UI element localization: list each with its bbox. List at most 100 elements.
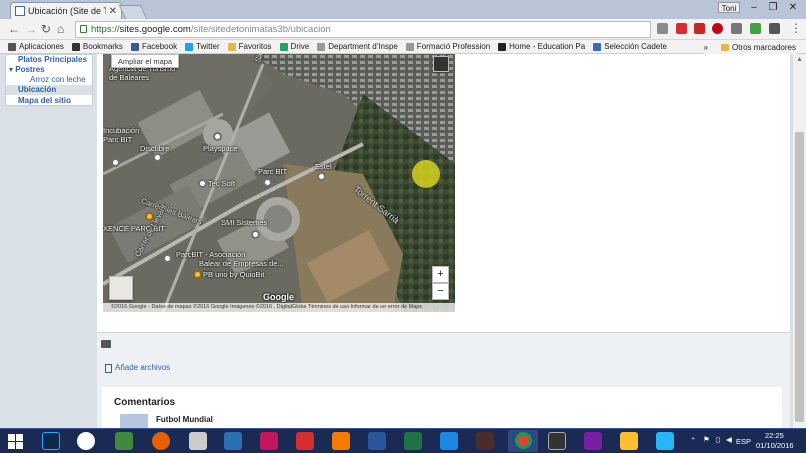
vlc-icon[interactable]: [332, 432, 350, 450]
facebook-icon: [130, 42, 139, 51]
embedded-map[interactable]: Agencia de Turismo de Baleares Incubació…: [103, 54, 455, 312]
restaurant-marker-icon[interactable]: [193, 270, 202, 279]
restaurant-marker-icon[interactable]: [145, 212, 154, 221]
map-label: Incubación: [103, 126, 140, 135]
map-label: SMI Sistemes: [221, 218, 268, 227]
page-scrollbar[interactable]: ▲: [792, 54, 806, 428]
puzzle-icon[interactable]: [731, 23, 742, 34]
cast-icon[interactable]: [769, 23, 780, 34]
zoom-in-button[interactable]: +: [432, 266, 449, 283]
map-poi-marker[interactable]: [163, 254, 172, 263]
bookmark-item[interactable]: Bookmarks: [71, 42, 123, 51]
flag-icon[interactable]: ⚑: [703, 435, 710, 444]
fs-app-icon[interactable]: [260, 432, 278, 450]
minecraft-icon[interactable]: [115, 432, 133, 450]
star-icon: [71, 42, 80, 51]
bookmark-item[interactable]: Formació Profession: [405, 42, 490, 51]
street-view-pegman-icon[interactable]: [433, 56, 449, 72]
nav-item-arroz[interactable]: Arroz con leche: [30, 75, 86, 84]
map-poi-marker[interactable]: [111, 158, 120, 167]
nav-item-platos[interactable]: Platos Principales: [18, 55, 87, 64]
menu-icon[interactable]: ⋮: [790, 21, 802, 35]
firefox-icon[interactable]: [152, 432, 170, 450]
clock-date[interactable]: 01/10/2016: [756, 441, 794, 450]
evernote-icon[interactable]: [750, 23, 761, 34]
home-icon[interactable]: ⌂: [57, 22, 64, 36]
close-window-icon[interactable]: ✕: [783, 1, 803, 14]
zoom-out-button[interactable]: −: [432, 283, 449, 300]
extension-icon[interactable]: [657, 23, 668, 34]
address-bar[interactable]: https://sites.google.com/site/sitedetoni…: [75, 21, 722, 38]
bookmark-item[interactable]: Department d'Inspe: [317, 42, 398, 51]
forward-arrow-icon[interactable]: →: [25, 22, 37, 36]
tray-chevron-icon[interactable]: ⌃: [690, 436, 696, 445]
map-label: Estel: [315, 162, 332, 171]
clock-time[interactable]: 22:25: [765, 431, 784, 440]
app-icon[interactable]: [440, 432, 458, 450]
back-arrow-icon[interactable]: ←: [8, 22, 20, 36]
nav-item-mapa[interactable]: Mapa del sitio: [18, 96, 71, 105]
reload-icon[interactable]: ↻: [41, 22, 51, 36]
input-language[interactable]: ESP: [736, 437, 751, 446]
map-poi-marker[interactable]: [198, 179, 207, 188]
app-icon[interactable]: [548, 432, 566, 450]
acrobat-icon[interactable]: [694, 23, 705, 34]
scroll-thumb[interactable]: [795, 132, 804, 422]
minimize-icon[interactable]: –: [744, 1, 764, 14]
bookmark-item[interactable]: Favoritos: [227, 42, 272, 51]
new-tab-button[interactable]: [118, 5, 148, 19]
photoshop-icon[interactable]: [42, 432, 60, 450]
browser-tab[interactable]: Ubicación (Site de Toni M ✕: [10, 2, 122, 19]
scroll-up-icon[interactable]: ▲: [796, 56, 803, 63]
bookmarks-more-button[interactable]: »: [704, 43, 708, 52]
map-poi-marker[interactable]: [213, 132, 222, 141]
flipboard-icon[interactable]: [676, 23, 687, 34]
map-poi-marker[interactable]: [263, 178, 272, 187]
app-icon[interactable]: [584, 432, 602, 450]
page-icon: [317, 42, 326, 51]
twitter-icon: [185, 42, 194, 51]
app-icon[interactable]: [224, 432, 242, 450]
mouse-cursor-highlight: [412, 160, 440, 188]
add-files-link[interactable]: Añade archivos: [115, 363, 170, 372]
chrome-active-icon[interactable]: [508, 430, 538, 452]
enlarge-map-button[interactable]: Ampliar el mapa: [111, 54, 179, 68]
app-icon[interactable]: [620, 432, 638, 450]
map-type-thumbnail[interactable]: [109, 276, 133, 300]
profile-button[interactable]: Toni: [718, 2, 740, 13]
map-poi-marker[interactable]: [317, 172, 326, 181]
site-favicon-icon: [15, 6, 25, 16]
app-icon[interactable]: [476, 432, 494, 450]
app-icon[interactable]: [296, 432, 314, 450]
network-icon[interactable]: ▯: [716, 435, 720, 444]
bookmark-item[interactable]: Facebook: [130, 42, 177, 51]
bookmark-item[interactable]: Home - Education Pa: [498, 42, 585, 51]
maximize-icon[interactable]: ❐: [763, 1, 783, 14]
football-icon[interactable]: [77, 432, 95, 450]
volume-icon[interactable]: ◀: [726, 435, 732, 444]
drive-icon: [279, 42, 288, 51]
word-icon[interactable]: [368, 432, 386, 450]
bookmark-label: Favoritos: [238, 42, 272, 51]
pinterest-icon[interactable]: [712, 23, 723, 34]
excel-icon[interactable]: [404, 432, 422, 450]
home-icon: [498, 42, 507, 51]
bookmark-item[interactable]: Twitter: [185, 42, 220, 51]
bookmark-label: Home - Education Pa: [509, 42, 586, 51]
comment-author[interactable]: Futbol Mundial: [156, 415, 213, 424]
map-poi-marker[interactable]: [251, 230, 260, 239]
windows-start-icon[interactable]: [8, 434, 24, 449]
other-bookmarks[interactable]: Otros marcadores: [732, 43, 796, 52]
nav-item-ubicacion[interactable]: Ubicación: [6, 85, 92, 95]
bookmark-item[interactable]: Drive: [279, 42, 309, 51]
bookmark-label: Department d'Inspe: [328, 42, 398, 51]
bookmark-label: Aplicaciones: [19, 42, 64, 51]
map-copyright: ©2016 Google - Datos de mapas ©2016 Goog…: [103, 303, 455, 312]
app-icon[interactable]: [189, 432, 207, 450]
nav-item-postres[interactable]: ▾ Postres: [9, 65, 45, 74]
bookmark-item[interactable]: Selección Cadete: [593, 42, 667, 51]
close-tab-icon[interactable]: ✕: [109, 6, 117, 17]
map-poi-marker[interactable]: [153, 153, 162, 162]
app-icon[interactable]: [656, 432, 674, 450]
bookmark-item[interactable]: Aplicaciones: [8, 42, 64, 51]
